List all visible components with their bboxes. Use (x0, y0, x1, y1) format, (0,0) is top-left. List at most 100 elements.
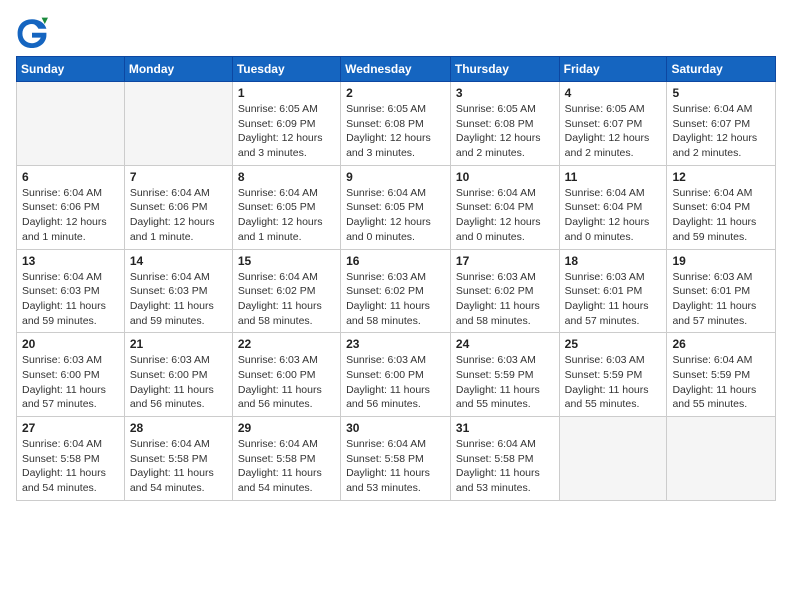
day-number: 18 (565, 254, 662, 268)
day-number: 25 (565, 337, 662, 351)
calendar-cell: 17Sunrise: 6:03 AM Sunset: 6:02 PM Dayli… (450, 249, 559, 333)
calendar-cell: 7 Sunrise: 6:04 AM Sunset: 6:06 PM Daylig… (124, 165, 232, 249)
calendar-table: SundayMondayTuesdayWednesdayThursdayFrid… (16, 56, 776, 501)
calendar-cell: 20 Sunrise: 6:03 AM Sunset: 6:00 PM Dayli… (17, 333, 125, 417)
cell-content: Sunrise: 6:03 AM Sunset: 6:00 PM Dayligh… (238, 353, 335, 412)
calendar-week-row: 27 Sunrise: 6:04 AM Sunset: 5:58 PM Dayli… (17, 417, 776, 501)
calendar-cell (17, 82, 125, 166)
day-number: 8 (238, 170, 335, 184)
calendar-cell: 9Sunrise: 6:04 AM Sunset: 6:05 PM Daylig… (341, 165, 451, 249)
day-number: 27 (22, 421, 119, 435)
day-number: 30 (346, 421, 445, 435)
day-number: 7 (130, 170, 227, 184)
calendar-week-row: 6 Sunrise: 6:04 AM Sunset: 6:06 PM Daylig… (17, 165, 776, 249)
weekday-header: Tuesday (232, 57, 340, 82)
day-number: 5 (672, 86, 770, 100)
day-number: 4 (565, 86, 662, 100)
cell-content: Sunrise: 6:03 AM Sunset: 6:00 PM Dayligh… (130, 353, 227, 412)
day-number: 13 (22, 254, 119, 268)
calendar-cell (667, 417, 776, 501)
weekday-header: Sunday (17, 57, 125, 82)
cell-content: Sunrise: 6:04 AM Sunset: 6:06 PM Dayligh… (130, 186, 227, 245)
calendar-cell: 12 Sunrise: 6:04 AM Sunset: 6:04 PM Dayli… (667, 165, 776, 249)
calendar-cell: 1 Sunrise: 6:05 AM Sunset: 6:09 PM Daylig… (232, 82, 340, 166)
calendar-cell: 18 Sunrise: 6:03 AM Sunset: 6:01 PM Dayli… (559, 249, 667, 333)
calendar-cell: 31Sunrise: 6:04 AM Sunset: 5:58 PM Dayli… (450, 417, 559, 501)
day-number: 17 (456, 254, 554, 268)
cell-content: Sunrise: 6:04 AM Sunset: 6:06 PM Dayligh… (22, 186, 119, 245)
calendar-cell: 29 Sunrise: 6:04 AM Sunset: 5:58 PM Dayli… (232, 417, 340, 501)
day-number: 20 (22, 337, 119, 351)
calendar-cell: 27 Sunrise: 6:04 AM Sunset: 5:58 PM Dayli… (17, 417, 125, 501)
calendar-week-row: 13 Sunrise: 6:04 AM Sunset: 6:03 PM Dayli… (17, 249, 776, 333)
calendar-cell: 10Sunrise: 6:04 AM Sunset: 6:04 PM Dayli… (450, 165, 559, 249)
calendar-cell: 15 Sunrise: 6:04 AM Sunset: 6:02 PM Dayli… (232, 249, 340, 333)
cell-content: Sunrise: 6:04 AM Sunset: 6:03 PM Dayligh… (22, 270, 119, 329)
day-number: 24 (456, 337, 554, 351)
day-number: 29 (238, 421, 335, 435)
calendar-cell: 24Sunrise: 6:03 AM Sunset: 5:59 PM Dayli… (450, 333, 559, 417)
cell-content: Sunrise: 6:04 AM Sunset: 6:04 PM Dayligh… (672, 186, 770, 245)
calendar-cell: 21Sunrise: 6:03 AM Sunset: 6:00 PM Dayli… (124, 333, 232, 417)
cell-content: Sunrise: 6:05 AM Sunset: 6:07 PM Dayligh… (565, 102, 662, 161)
cell-content: Sunrise: 6:04 AM Sunset: 5:58 PM Dayligh… (346, 437, 445, 496)
day-number: 23 (346, 337, 445, 351)
cell-content: Sunrise: 6:03 AM Sunset: 6:00 PM Dayligh… (22, 353, 119, 412)
cell-content: Sunrise: 6:04 AM Sunset: 6:05 PM Dayligh… (238, 186, 335, 245)
calendar-cell: 30 Sunrise: 6:04 AM Sunset: 5:58 PM Dayli… (341, 417, 451, 501)
cell-content: Sunrise: 6:03 AM Sunset: 6:01 PM Dayligh… (672, 270, 770, 329)
day-number: 6 (22, 170, 119, 184)
calendar-cell: 26 Sunrise: 6:04 AM Sunset: 5:59 PM Dayli… (667, 333, 776, 417)
calendar-cell: 11 Sunrise: 6:04 AM Sunset: 6:04 PM Dayli… (559, 165, 667, 249)
calendar-cell: 3 Sunrise: 6:05 AM Sunset: 6:08 PM Daylig… (450, 82, 559, 166)
cell-content: Sunrise: 6:04 AM Sunset: 5:58 PM Dayligh… (22, 437, 119, 496)
calendar-cell: 4 Sunrise: 6:05 AM Sunset: 6:07 PM Daylig… (559, 82, 667, 166)
cell-content: Sunrise: 6:04 AM Sunset: 6:04 PM Dayligh… (456, 186, 554, 245)
day-number: 14 (130, 254, 227, 268)
day-number: 22 (238, 337, 335, 351)
weekday-header: Thursday (450, 57, 559, 82)
cell-content: Sunrise: 6:05 AM Sunset: 6:08 PM Dayligh… (456, 102, 554, 161)
cell-content: Sunrise: 6:03 AM Sunset: 6:02 PM Dayligh… (346, 270, 445, 329)
cell-content: Sunrise: 6:03 AM Sunset: 6:01 PM Dayligh… (565, 270, 662, 329)
day-number: 26 (672, 337, 770, 351)
cell-content: Sunrise: 6:04 AM Sunset: 5:58 PM Dayligh… (238, 437, 335, 496)
calendar-cell (124, 82, 232, 166)
day-number: 28 (130, 421, 227, 435)
day-number: 2 (346, 86, 445, 100)
calendar-cell: 23 Sunrise: 6:03 AM Sunset: 6:00 PM Dayli… (341, 333, 451, 417)
day-number: 15 (238, 254, 335, 268)
cell-content: Sunrise: 6:04 AM Sunset: 6:05 PM Dayligh… (346, 186, 445, 245)
calendar-cell: 13 Sunrise: 6:04 AM Sunset: 6:03 PM Dayli… (17, 249, 125, 333)
day-number: 1 (238, 86, 335, 100)
weekday-header: Monday (124, 57, 232, 82)
cell-content: Sunrise: 6:03 AM Sunset: 6:00 PM Dayligh… (346, 353, 445, 412)
calendar-cell: 2 Sunrise: 6:05 AM Sunset: 6:08 PM Daylig… (341, 82, 451, 166)
cell-content: Sunrise: 6:04 AM Sunset: 6:03 PM Dayligh… (130, 270, 227, 329)
logo-icon (16, 16, 48, 48)
logo (16, 16, 54, 48)
day-number: 12 (672, 170, 770, 184)
cell-content: Sunrise: 6:03 AM Sunset: 5:59 PM Dayligh… (565, 353, 662, 412)
calendar-cell: 8 Sunrise: 6:04 AM Sunset: 6:05 PM Daylig… (232, 165, 340, 249)
weekday-header-row: SundayMondayTuesdayWednesdayThursdayFrid… (17, 57, 776, 82)
calendar-cell: 5 Sunrise: 6:04 AM Sunset: 6:07 PM Daylig… (667, 82, 776, 166)
cell-content: Sunrise: 6:04 AM Sunset: 5:59 PM Dayligh… (672, 353, 770, 412)
cell-content: Sunrise: 6:04 AM Sunset: 5:58 PM Dayligh… (130, 437, 227, 496)
day-number: 19 (672, 254, 770, 268)
calendar-cell: 25 Sunrise: 6:03 AM Sunset: 5:59 PM Dayli… (559, 333, 667, 417)
cell-content: Sunrise: 6:04 AM Sunset: 6:07 PM Dayligh… (672, 102, 770, 161)
weekday-header: Wednesday (341, 57, 451, 82)
day-number: 11 (565, 170, 662, 184)
day-number: 3 (456, 86, 554, 100)
calendar-cell: 28 Sunrise: 6:04 AM Sunset: 5:58 PM Dayli… (124, 417, 232, 501)
cell-content: Sunrise: 6:04 AM Sunset: 6:04 PM Dayligh… (565, 186, 662, 245)
weekday-header: Friday (559, 57, 667, 82)
cell-content: Sunrise: 6:04 AM Sunset: 5:58 PM Dayligh… (456, 437, 554, 496)
cell-content: Sunrise: 6:05 AM Sunset: 6:09 PM Dayligh… (238, 102, 335, 161)
cell-content: Sunrise: 6:04 AM Sunset: 6:02 PM Dayligh… (238, 270, 335, 329)
page-header (16, 16, 776, 48)
calendar-cell (559, 417, 667, 501)
cell-content: Sunrise: 6:05 AM Sunset: 6:08 PM Dayligh… (346, 102, 445, 161)
calendar-cell: 22 Sunrise: 6:03 AM Sunset: 6:00 PM Dayli… (232, 333, 340, 417)
